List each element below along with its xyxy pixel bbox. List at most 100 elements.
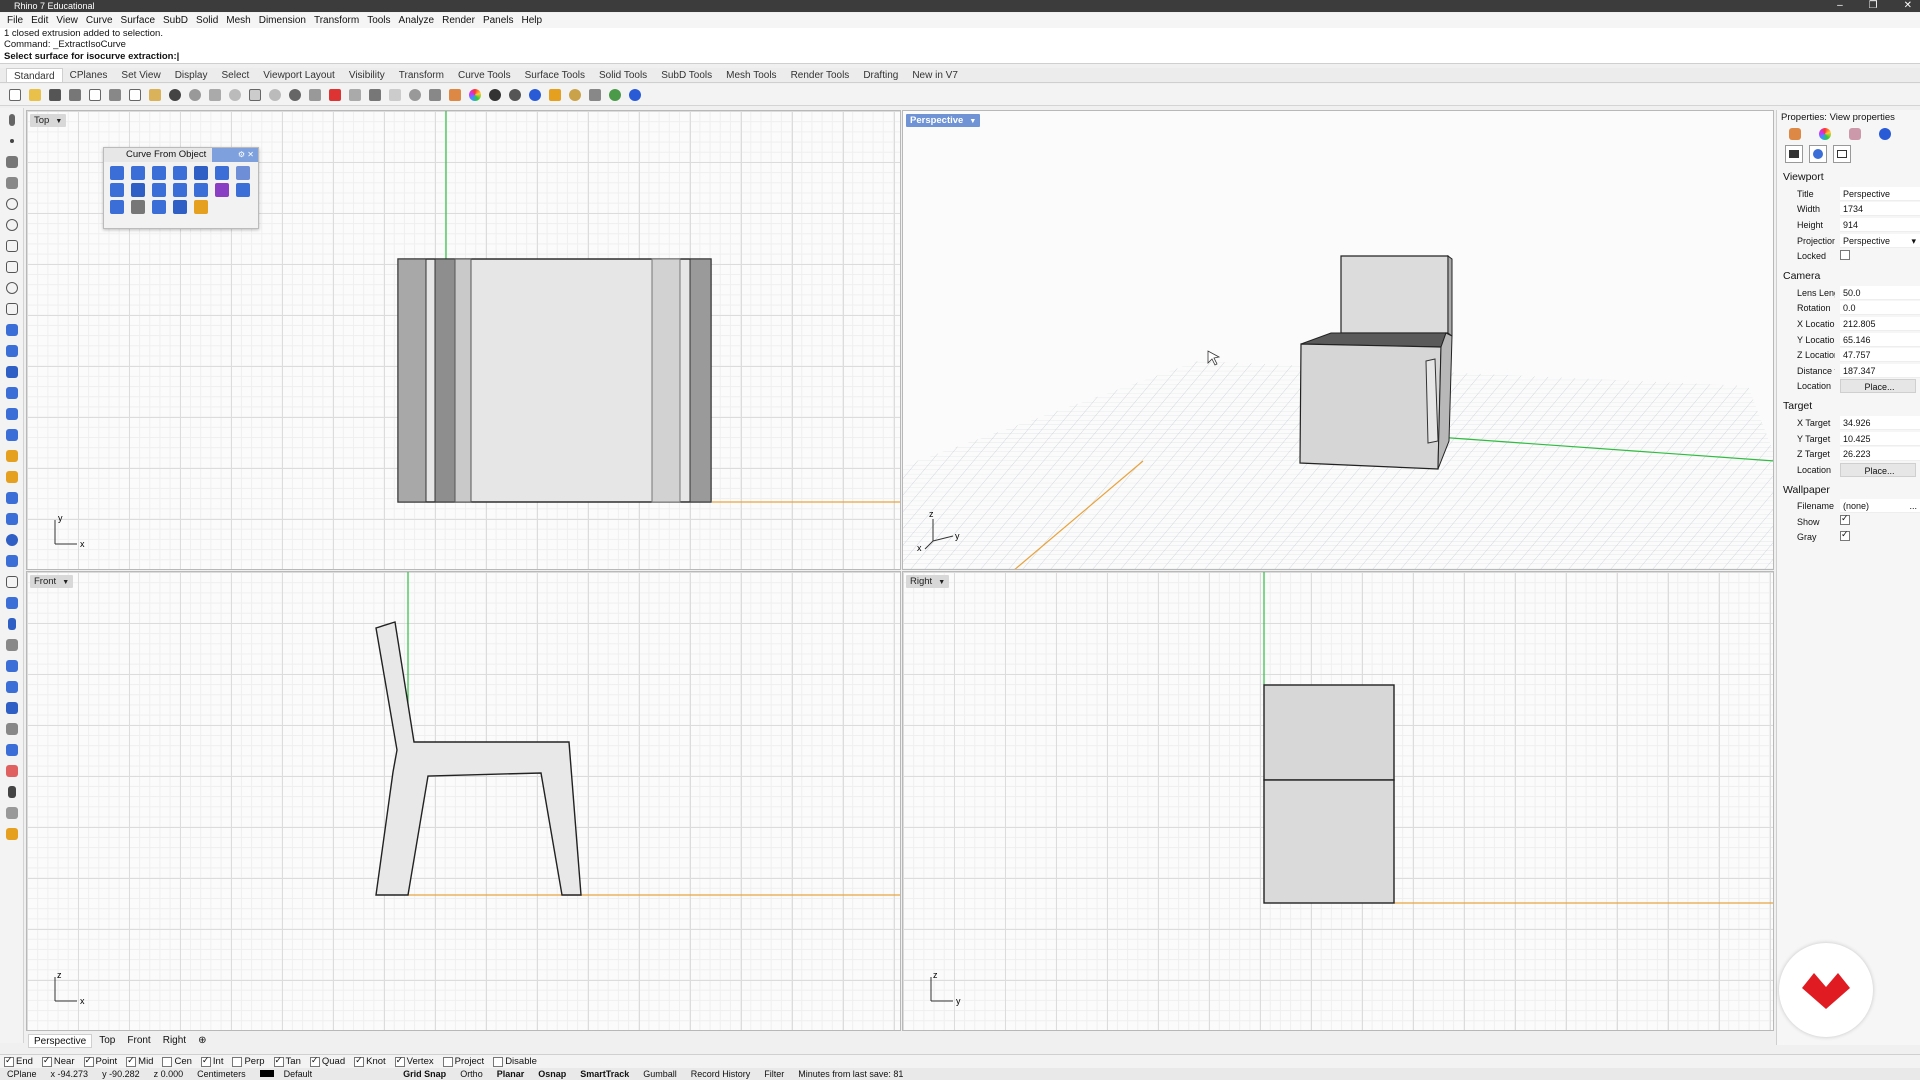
gray-checkbox[interactable]: [1840, 529, 1850, 541]
osnap-mid[interactable]: Mid: [126, 1055, 153, 1067]
title-field[interactable]: Perspective: [1840, 186, 1920, 201]
layer-indicator[interactable]: Default: [253, 1068, 327, 1080]
section-icon[interactable]: [215, 166, 229, 180]
settings-gear-icon[interactable]: [566, 86, 583, 103]
history-icon[interactable]: [2, 761, 22, 780]
menu-solid[interactable]: Solid: [192, 13, 222, 28]
y-target-field[interactable]: 10.425: [1840, 431, 1920, 446]
points-icon[interactable]: [131, 200, 145, 214]
menu-mesh[interactable]: Mesh: [222, 13, 254, 28]
analyze-icon[interactable]: [2, 656, 22, 675]
viewport-front[interactable]: Front ▼ z x: [26, 571, 901, 1031]
surface-grid-icon[interactable]: [110, 200, 124, 214]
snapshot-icon[interactable]: [586, 86, 603, 103]
render-settings-icon[interactable]: [1879, 128, 1891, 140]
panel-header[interactable]: Curve From Object ⚙ ✕: [104, 148, 258, 162]
cplane-icon[interactable]: [326, 86, 343, 103]
arc-icon[interactable]: [2, 215, 22, 234]
z-location-field[interactable]: 47.757: [1840, 348, 1920, 363]
curve-from-object-panel[interactable]: Curve From Object ⚙ ✕: [103, 147, 259, 229]
circle-icon[interactable]: [2, 194, 22, 213]
curve-icon[interactable]: [2, 173, 22, 192]
box-edges-icon[interactable]: [173, 200, 187, 214]
boolean-icon[interactable]: [2, 530, 22, 549]
paste-icon[interactable]: [146, 86, 163, 103]
menu-subd[interactable]: SubD: [159, 13, 192, 28]
ortho-toggle[interactable]: Ortho: [453, 1068, 490, 1080]
rotate-view-icon[interactable]: [286, 86, 303, 103]
x-location-field[interactable]: 212.805: [1840, 316, 1920, 331]
target-place-button[interactable]: Place...: [1840, 462, 1916, 477]
osnap-point[interactable]: Point: [83, 1055, 117, 1067]
planar-toggle[interactable]: Planar: [490, 1068, 532, 1080]
osnap-int[interactable]: Int: [200, 1055, 223, 1067]
record-history-toggle[interactable]: Record History: [684, 1068, 758, 1080]
pan-icon[interactable]: [186, 86, 203, 103]
print-icon[interactable]: [66, 86, 83, 103]
sweep-icon[interactable]: [2, 572, 22, 591]
brush-icon[interactable]: [1849, 128, 1861, 140]
duplicate-edge-icon[interactable]: [110, 166, 124, 180]
surface-icon[interactable]: [2, 320, 22, 339]
extrude-icon[interactable]: [2, 698, 22, 717]
tab-new-in-v7[interactable]: New in V7: [905, 68, 965, 82]
grid-array-icon[interactable]: [2, 740, 22, 759]
gumball-toggle[interactable]: Gumball: [636, 1068, 684, 1080]
cylinder-icon[interactable]: [2, 404, 22, 423]
vtab-top[interactable]: Top: [94, 1034, 120, 1048]
tab-set-view[interactable]: Set View: [114, 68, 167, 82]
polygon-icon[interactable]: [2, 257, 22, 276]
width-field[interactable]: 1734: [1840, 202, 1920, 217]
menu-file[interactable]: File: [3, 13, 27, 28]
tab-solid-tools[interactable]: Solid Tools: [592, 68, 654, 82]
minimize-button[interactable]: –: [1837, 0, 1843, 12]
osnap-project[interactable]: Project: [442, 1056, 484, 1067]
text-icon[interactable]: [2, 614, 22, 633]
viewport-layout-icon[interactable]: [306, 86, 323, 103]
menu-render[interactable]: Render: [438, 13, 479, 28]
duplicate-border-icon[interactable]: [131, 166, 145, 180]
box-icon[interactable]: [2, 362, 22, 381]
tab-transform[interactable]: Transform: [392, 68, 451, 82]
zoom-extents-icon[interactable]: [266, 86, 283, 103]
contour-icon[interactable]: [194, 166, 208, 180]
properties-icon[interactable]: [86, 86, 103, 103]
menu-edit[interactable]: Edit: [27, 13, 52, 28]
locked-checkbox[interactable]: [1840, 249, 1850, 260]
osnap-perp[interactable]: Perp: [232, 1056, 265, 1067]
osnap-disable[interactable]: Disable: [493, 1056, 537, 1067]
menu-curve[interactable]: Curve: [82, 13, 117, 28]
render-icon[interactable]: [526, 86, 543, 103]
z-target-field[interactable]: 26.223: [1840, 447, 1920, 462]
intersect-icon[interactable]: [131, 183, 145, 197]
tab-subd-tools[interactable]: SubD Tools: [654, 68, 719, 82]
blend-icon[interactable]: [2, 677, 22, 696]
vtab-perspective[interactable]: Perspective: [28, 1034, 93, 1048]
osnap-end[interactable]: End: [4, 1055, 33, 1067]
tab-select[interactable]: Select: [215, 68, 257, 82]
zoom-icon[interactable]: [226, 86, 243, 103]
maximize-button[interactable]: ❐: [1869, 0, 1878, 12]
camera-place-button[interactable]: Place...: [1840, 379, 1916, 394]
grid-snap-toggle[interactable]: Grid Snap: [396, 1068, 453, 1080]
osnap-tan[interactable]: Tan: [273, 1055, 301, 1067]
transform-icon[interactable]: [2, 467, 22, 486]
dimension-icon[interactable]: [2, 635, 22, 654]
wire-cut-icon[interactable]: [152, 200, 166, 214]
mesh-outline-icon[interactable]: [236, 183, 250, 197]
move-view-icon[interactable]: [206, 86, 223, 103]
zoom-window-icon[interactable]: [246, 86, 263, 103]
osnap-toggle[interactable]: Osnap: [531, 1068, 573, 1080]
units-label[interactable]: Centimeters: [190, 1068, 253, 1080]
extract-pen-icon[interactable]: [194, 200, 208, 214]
undo-icon[interactable]: [166, 86, 183, 103]
camera-icon[interactable]: [1785, 145, 1803, 163]
solid-icon[interactable]: [2, 383, 22, 402]
vtab-front[interactable]: Front: [122, 1034, 155, 1048]
rendered-sphere-icon[interactable]: [506, 86, 523, 103]
osnap-vertex[interactable]: Vertex: [394, 1055, 434, 1067]
point-icon[interactable]: [2, 131, 22, 150]
add-viewport-icon[interactable]: ⊕: [193, 1034, 211, 1048]
filename-field[interactable]: (none)...: [1840, 499, 1920, 514]
menu-surface[interactable]: Surface: [117, 13, 159, 28]
